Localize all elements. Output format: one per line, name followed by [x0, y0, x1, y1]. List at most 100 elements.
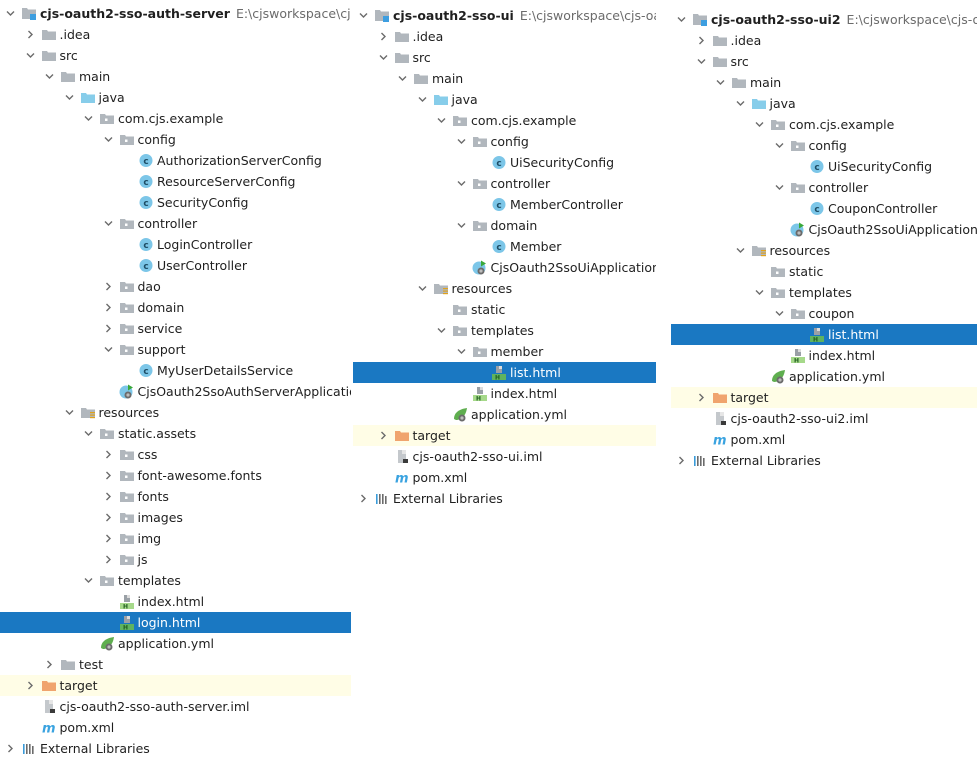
chevron-right-icon[interactable] — [103, 444, 115, 465]
tree-node[interactable]: member — [353, 341, 656, 362]
chevron-right-icon[interactable] — [378, 425, 390, 446]
tree-node[interactable]: font-awesome.fonts — [0, 465, 351, 486]
tree-node[interactable]: m pom.xml — [353, 467, 656, 488]
tree-node[interactable]: templates — [0, 570, 351, 591]
tree-node[interactable]: fonts — [0, 486, 351, 507]
tree-node[interactable]: cjs-oauth2-sso-ui.iml — [353, 446, 656, 467]
chevron-down-icon[interactable] — [397, 68, 409, 89]
tree-node[interactable]: domain — [0, 297, 351, 318]
tree-node[interactable]: config — [353, 131, 656, 152]
chevron-down-icon[interactable] — [696, 51, 708, 72]
chevron-down-icon[interactable] — [774, 177, 786, 198]
chevron-down-icon[interactable] — [735, 93, 747, 114]
tree-node[interactable]: com.cjs.example — [0, 108, 351, 129]
tree-node[interactable]: src — [671, 51, 977, 72]
chevron-down-icon[interactable] — [456, 131, 468, 152]
tree-node[interactable]: cjs-oauth2-sso-auth-server E:\cjsworkspac… — [0, 3, 351, 24]
chevron-right-icon[interactable] — [358, 488, 370, 509]
chevron-down-icon[interactable] — [83, 108, 95, 129]
chevron-down-icon[interactable] — [64, 402, 76, 423]
chevron-down-icon[interactable] — [735, 240, 747, 261]
tree-node[interactable]: .idea — [671, 30, 977, 51]
chevron-right-icon[interactable] — [25, 675, 37, 696]
tree-node[interactable]: CjsOauth2SsoUiApplication — [353, 257, 656, 278]
tree-node[interactable]: External Libraries — [0, 738, 351, 759]
tree-node[interactable]: static.assets — [0, 423, 351, 444]
tree-node[interactable]: src — [0, 45, 351, 66]
tree-node[interactable]: cjs-oauth2-sso-auth-server.iml — [0, 696, 351, 717]
tree-node[interactable]: target — [0, 675, 351, 696]
tree-node[interactable]: c CouponController — [671, 198, 977, 219]
chevron-right-icon[interactable] — [103, 465, 115, 486]
tree-node[interactable]: java — [0, 87, 351, 108]
tree-node[interactable]: img — [0, 528, 351, 549]
chevron-right-icon[interactable] — [5, 738, 17, 759]
tree-node[interactable]: main — [0, 66, 351, 87]
chevron-down-icon[interactable] — [103, 213, 115, 234]
tree-node[interactable]: CjsOauth2SsoAuthServerApplication — [0, 381, 351, 402]
chevron-down-icon[interactable] — [676, 9, 688, 30]
tree-node[interactable]: resources — [671, 240, 977, 261]
tree-node[interactable]: resources — [0, 402, 351, 423]
tree-node[interactable]: m pom.xml — [0, 717, 351, 738]
chevron-down-icon[interactable] — [754, 114, 766, 135]
tree-node[interactable]: test — [0, 654, 351, 675]
chevron-down-icon[interactable] — [436, 110, 448, 131]
tree-node[interactable]: m pom.xml — [671, 429, 977, 450]
tree-node[interactable]: c ResourceServerConfig — [0, 171, 351, 192]
tree-node[interactable]: static — [671, 261, 977, 282]
tree-node[interactable]: application.yml — [0, 633, 351, 654]
tree-node[interactable]: CjsOauth2SsoUiApplication — [671, 219, 977, 240]
tree-node[interactable]: com.cjs.example — [671, 114, 977, 135]
tree-node[interactable]: cjs-oauth2-sso-ui2.iml — [671, 408, 977, 429]
tree-node[interactable]: c UiSecurityConfig — [353, 152, 656, 173]
tree-node[interactable]: application.yml — [671, 366, 977, 387]
tree-node[interactable]: cjs-oauth2-sso-ui E:\cjsworkspace\cjs-oau… — [353, 5, 656, 26]
tree-node[interactable]: c UiSecurityConfig — [671, 156, 977, 177]
chevron-down-icon[interactable] — [103, 129, 115, 150]
chevron-down-icon[interactable] — [64, 87, 76, 108]
tree-node[interactable]: src — [353, 47, 656, 68]
tree-node[interactable]: application.yml — [353, 404, 656, 425]
chevron-down-icon[interactable] — [436, 320, 448, 341]
chevron-down-icon[interactable] — [774, 303, 786, 324]
chevron-down-icon[interactable] — [358, 5, 370, 26]
chevron-down-icon[interactable] — [417, 89, 429, 110]
chevron-right-icon[interactable] — [103, 528, 115, 549]
chevron-right-icon[interactable] — [378, 26, 390, 47]
chevron-down-icon[interactable] — [456, 173, 468, 194]
chevron-down-icon[interactable] — [44, 66, 56, 87]
tree-node[interactable]: service — [0, 318, 351, 339]
chevron-right-icon[interactable] — [103, 486, 115, 507]
chevron-down-icon[interactable] — [25, 45, 37, 66]
chevron-right-icon[interactable] — [103, 297, 115, 318]
chevron-down-icon[interactable] — [5, 3, 17, 24]
chevron-down-icon[interactable] — [103, 339, 115, 360]
chevron-right-icon[interactable] — [103, 276, 115, 297]
chevron-right-icon[interactable] — [676, 450, 688, 471]
tree-node[interactable]: support — [0, 339, 351, 360]
tree-node[interactable]: Hindex.html — [0, 591, 351, 612]
tree-node[interactable]: c SecurityConfig — [0, 192, 351, 213]
tree-node[interactable]: images — [0, 507, 351, 528]
chevron-right-icon[interactable] — [103, 549, 115, 570]
chevron-right-icon[interactable] — [103, 318, 115, 339]
tree-node[interactable]: templates — [671, 282, 977, 303]
tree-node[interactable]: main — [353, 68, 656, 89]
tree-node[interactable]: Hlist.html — [671, 324, 977, 345]
tree-node[interactable]: External Libraries — [671, 450, 977, 471]
chevron-down-icon[interactable] — [83, 570, 95, 591]
tree-node[interactable]: c UserController — [0, 255, 351, 276]
chevron-down-icon[interactable] — [456, 341, 468, 362]
tree-node[interactable]: coupon — [671, 303, 977, 324]
tree-node[interactable]: controller — [353, 173, 656, 194]
chevron-right-icon[interactable] — [25, 24, 37, 45]
tree-node[interactable]: static — [353, 299, 656, 320]
chevron-down-icon[interactable] — [378, 47, 390, 68]
chevron-down-icon[interactable] — [456, 215, 468, 236]
tree-node[interactable]: dao — [0, 276, 351, 297]
chevron-right-icon[interactable] — [696, 387, 708, 408]
tree-node[interactable]: External Libraries — [353, 488, 656, 509]
tree-node[interactable]: Hindex.html — [671, 345, 977, 366]
chevron-down-icon[interactable] — [83, 423, 95, 444]
